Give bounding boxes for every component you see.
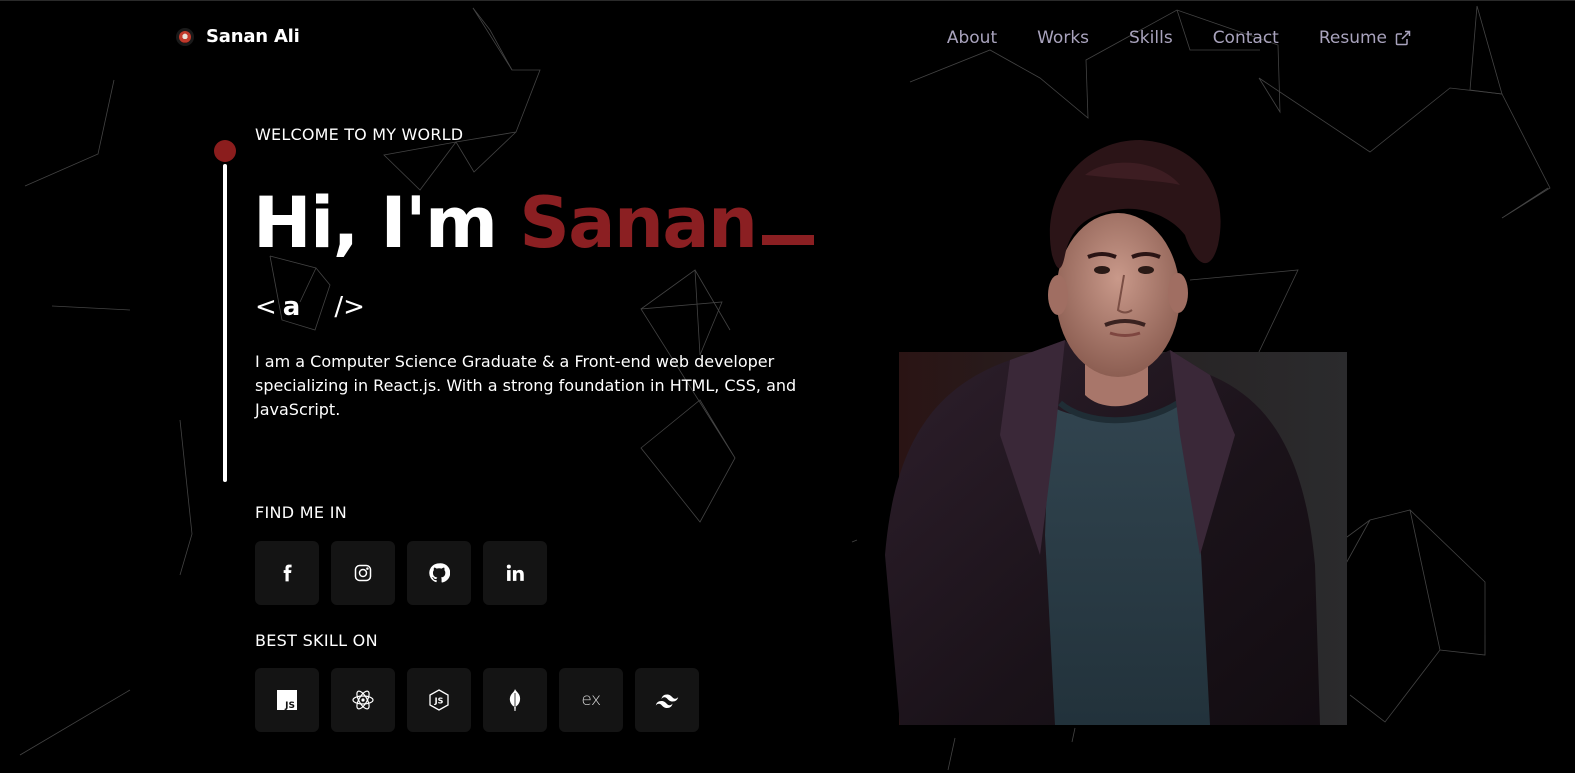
- best-skill-label: BEST SKILL ON: [255, 631, 378, 650]
- brand-name: Sanan Ali: [206, 26, 300, 47]
- nav-links: About Works Skills Contact Resume: [947, 28, 1411, 48]
- skill-react[interactable]: [331, 668, 395, 732]
- github-icon: [429, 563, 450, 583]
- welcome-text: WELCOME TO MY WORLD: [255, 125, 464, 144]
- tag-close: />: [334, 292, 365, 322]
- nav-link-skills[interactable]: Skills: [1129, 28, 1173, 48]
- navbar: Sanan Ali About Works Skills Contact Res…: [0, 0, 1575, 80]
- profile-photo: [885, 140, 1320, 725]
- timeline-bar: [223, 164, 227, 482]
- facebook-link[interactable]: [255, 541, 319, 605]
- skill-javascript[interactable]: JS: [255, 668, 319, 732]
- skill-icons: JS JS ex: [255, 668, 699, 732]
- timeline-dot: [214, 140, 236, 162]
- nodejs-icon: JS: [429, 689, 449, 711]
- brand[interactable]: Sanan Ali: [176, 26, 300, 47]
- timeline-decoration: [214, 140, 236, 484]
- skill-tailwind[interactable]: [635, 668, 699, 732]
- tag-open: <: [255, 292, 277, 322]
- javascript-icon: JS: [277, 690, 297, 711]
- express-icon: ex: [581, 690, 601, 710]
- brand-logo-icon: [176, 27, 194, 46]
- svg-text:JS: JS: [284, 701, 295, 711]
- nav-link-resume[interactable]: Resume: [1319, 28, 1411, 48]
- mongodb-icon: [509, 689, 521, 711]
- tailwind-icon: [655, 694, 679, 708]
- skill-express[interactable]: ex: [559, 668, 623, 732]
- nav-link-about[interactable]: About: [947, 28, 997, 48]
- instagram-link[interactable]: [331, 541, 395, 605]
- typed-text: a: [282, 292, 301, 322]
- find-me-label: FIND ME IN: [255, 503, 347, 522]
- nav-link-works[interactable]: Works: [1037, 28, 1089, 48]
- external-link-icon: [1395, 30, 1411, 46]
- typing-cursor: [762, 235, 815, 245]
- hero-name: Sanan: [519, 182, 758, 264]
- skill-mongodb[interactable]: [483, 668, 547, 732]
- code-tag-line: < a />: [255, 292, 365, 322]
- linkedin-link[interactable]: [483, 541, 547, 605]
- hero-headline: Hi, I'm Sanan: [253, 178, 815, 268]
- facebook-icon: [283, 564, 292, 582]
- social-links: [255, 541, 547, 605]
- react-icon: [352, 690, 374, 710]
- instagram-icon: [354, 564, 372, 582]
- nav-link-contact[interactable]: Contact: [1213, 28, 1279, 48]
- github-link[interactable]: [407, 541, 471, 605]
- svg-text:JS: JS: [434, 697, 444, 706]
- resume-label: Resume: [1318, 28, 1387, 48]
- skill-nodejs[interactable]: JS: [407, 668, 471, 732]
- greeting: Hi, I'm: [253, 182, 498, 264]
- intro-paragraph: I am a Computer Science Graduate & a Fro…: [255, 352, 797, 419]
- linkedin-icon: [506, 564, 524, 581]
